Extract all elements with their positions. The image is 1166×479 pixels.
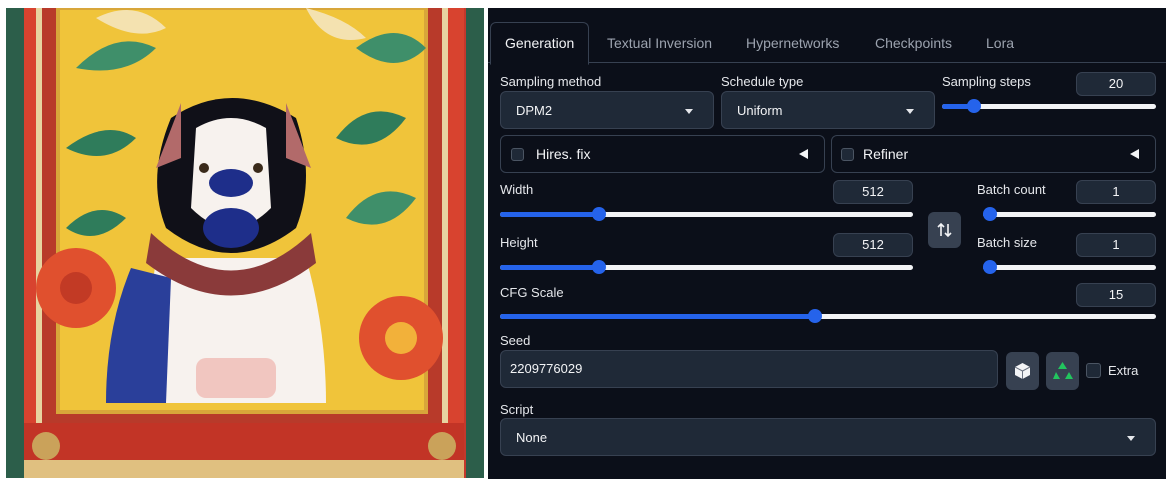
refiner-accordion[interactable]: Refiner: [831, 135, 1156, 173]
batch-size-label: Batch size: [977, 235, 1037, 250]
batch-count-slider[interactable]: [983, 207, 1156, 221]
recycle-icon: [1053, 362, 1073, 379]
reuse-seed-button[interactable]: [1046, 352, 1079, 390]
tab-bar: Generation Textual Inversion Hypernetwor…: [488, 8, 1166, 65]
height-input[interactable]: 512: [833, 233, 913, 257]
slider-track: [983, 212, 1156, 217]
tab-textual-inversion[interactable]: Textual Inversion: [607, 24, 712, 62]
slider-fill: [500, 314, 815, 319]
collapse-triangle-icon[interactable]: [799, 149, 808, 159]
batch-count-label: Batch count: [977, 182, 1046, 197]
sampling-steps-label: Sampling steps: [942, 74, 1031, 89]
refiner-checkbox[interactable]: [841, 148, 854, 161]
script-value: None: [516, 430, 548, 445]
refiner-label: Refiner: [863, 146, 909, 162]
swap-dimensions-icon: [937, 222, 952, 238]
script-dropdown[interactable]: None: [500, 418, 1156, 456]
hires-fix-accordion[interactable]: Hires. fix: [500, 135, 825, 173]
random-seed-button[interactable]: [1006, 352, 1039, 390]
width-slider[interactable]: [500, 207, 913, 221]
hires-fix-checkbox[interactable]: [511, 148, 524, 161]
tab-hypernetworks[interactable]: Hypernetworks: [746, 24, 839, 62]
tab-divider: [488, 62, 1166, 63]
sampling-method-dropdown[interactable]: DPM2: [500, 91, 714, 129]
width-label: Width: [500, 182, 534, 197]
batch-size-input[interactable]: 1: [1076, 233, 1156, 257]
sampling-method-value: DPM2: [516, 103, 553, 118]
height-slider[interactable]: [500, 260, 913, 274]
batch-size-slider[interactable]: [983, 260, 1156, 274]
slider-thumb[interactable]: [983, 207, 997, 221]
chevron-down-icon: [1127, 436, 1135, 441]
sampling-method-label: Sampling method: [500, 74, 602, 89]
tab-generation[interactable]: Generation: [490, 22, 590, 65]
extra-label: Extra: [1108, 363, 1139, 378]
seed-input[interactable]: 2209776029: [500, 350, 998, 388]
tab-lora[interactable]: Lora: [986, 24, 1014, 62]
sampling-steps-slider[interactable]: [942, 99, 1156, 113]
swap-dimensions-button[interactable]: [928, 212, 961, 248]
slider-thumb[interactable]: [807, 309, 822, 323]
collapse-triangle-icon[interactable]: [1130, 149, 1139, 159]
slider-fill: [500, 212, 600, 217]
schedule-type-label: Schedule type: [721, 74, 804, 89]
generation-panel: Generation Textual Inversion Hypernetwor…: [488, 8, 1166, 479]
cfg-scale-slider[interactable]: [500, 309, 1156, 323]
tab-checkpoints[interactable]: Checkpoints: [875, 24, 952, 62]
extra-checkbox[interactable]: [1086, 363, 1101, 378]
slider-thumb[interactable]: [983, 260, 997, 274]
slider-thumb[interactable]: [592, 207, 607, 221]
slider-thumb[interactable]: [592, 260, 607, 274]
script-label: Script: [500, 402, 534, 417]
slider-track: [983, 265, 1156, 270]
seed-label: Seed: [500, 333, 531, 348]
sampling-steps-input[interactable]: 20: [1076, 72, 1156, 96]
width-input[interactable]: 512: [833, 180, 913, 204]
schedule-type-dropdown[interactable]: Uniform: [721, 91, 935, 129]
chevron-down-icon: [685, 109, 693, 114]
slider-thumb[interactable]: [967, 99, 982, 113]
cfg-scale-label: CFG Scale: [500, 285, 564, 300]
hires-fix-label: Hires. fix: [536, 146, 591, 162]
chevron-down-icon: [906, 109, 914, 114]
schedule-type-value: Uniform: [737, 103, 783, 118]
height-label: Height: [500, 235, 538, 250]
dice-icon: [1014, 363, 1031, 379]
generated-image: [6, 8, 484, 478]
batch-count-input[interactable]: 1: [1076, 180, 1156, 204]
seed-value: 2209776029: [510, 361, 583, 376]
cfg-scale-input[interactable]: 15: [1076, 283, 1156, 307]
slider-fill: [500, 265, 600, 270]
